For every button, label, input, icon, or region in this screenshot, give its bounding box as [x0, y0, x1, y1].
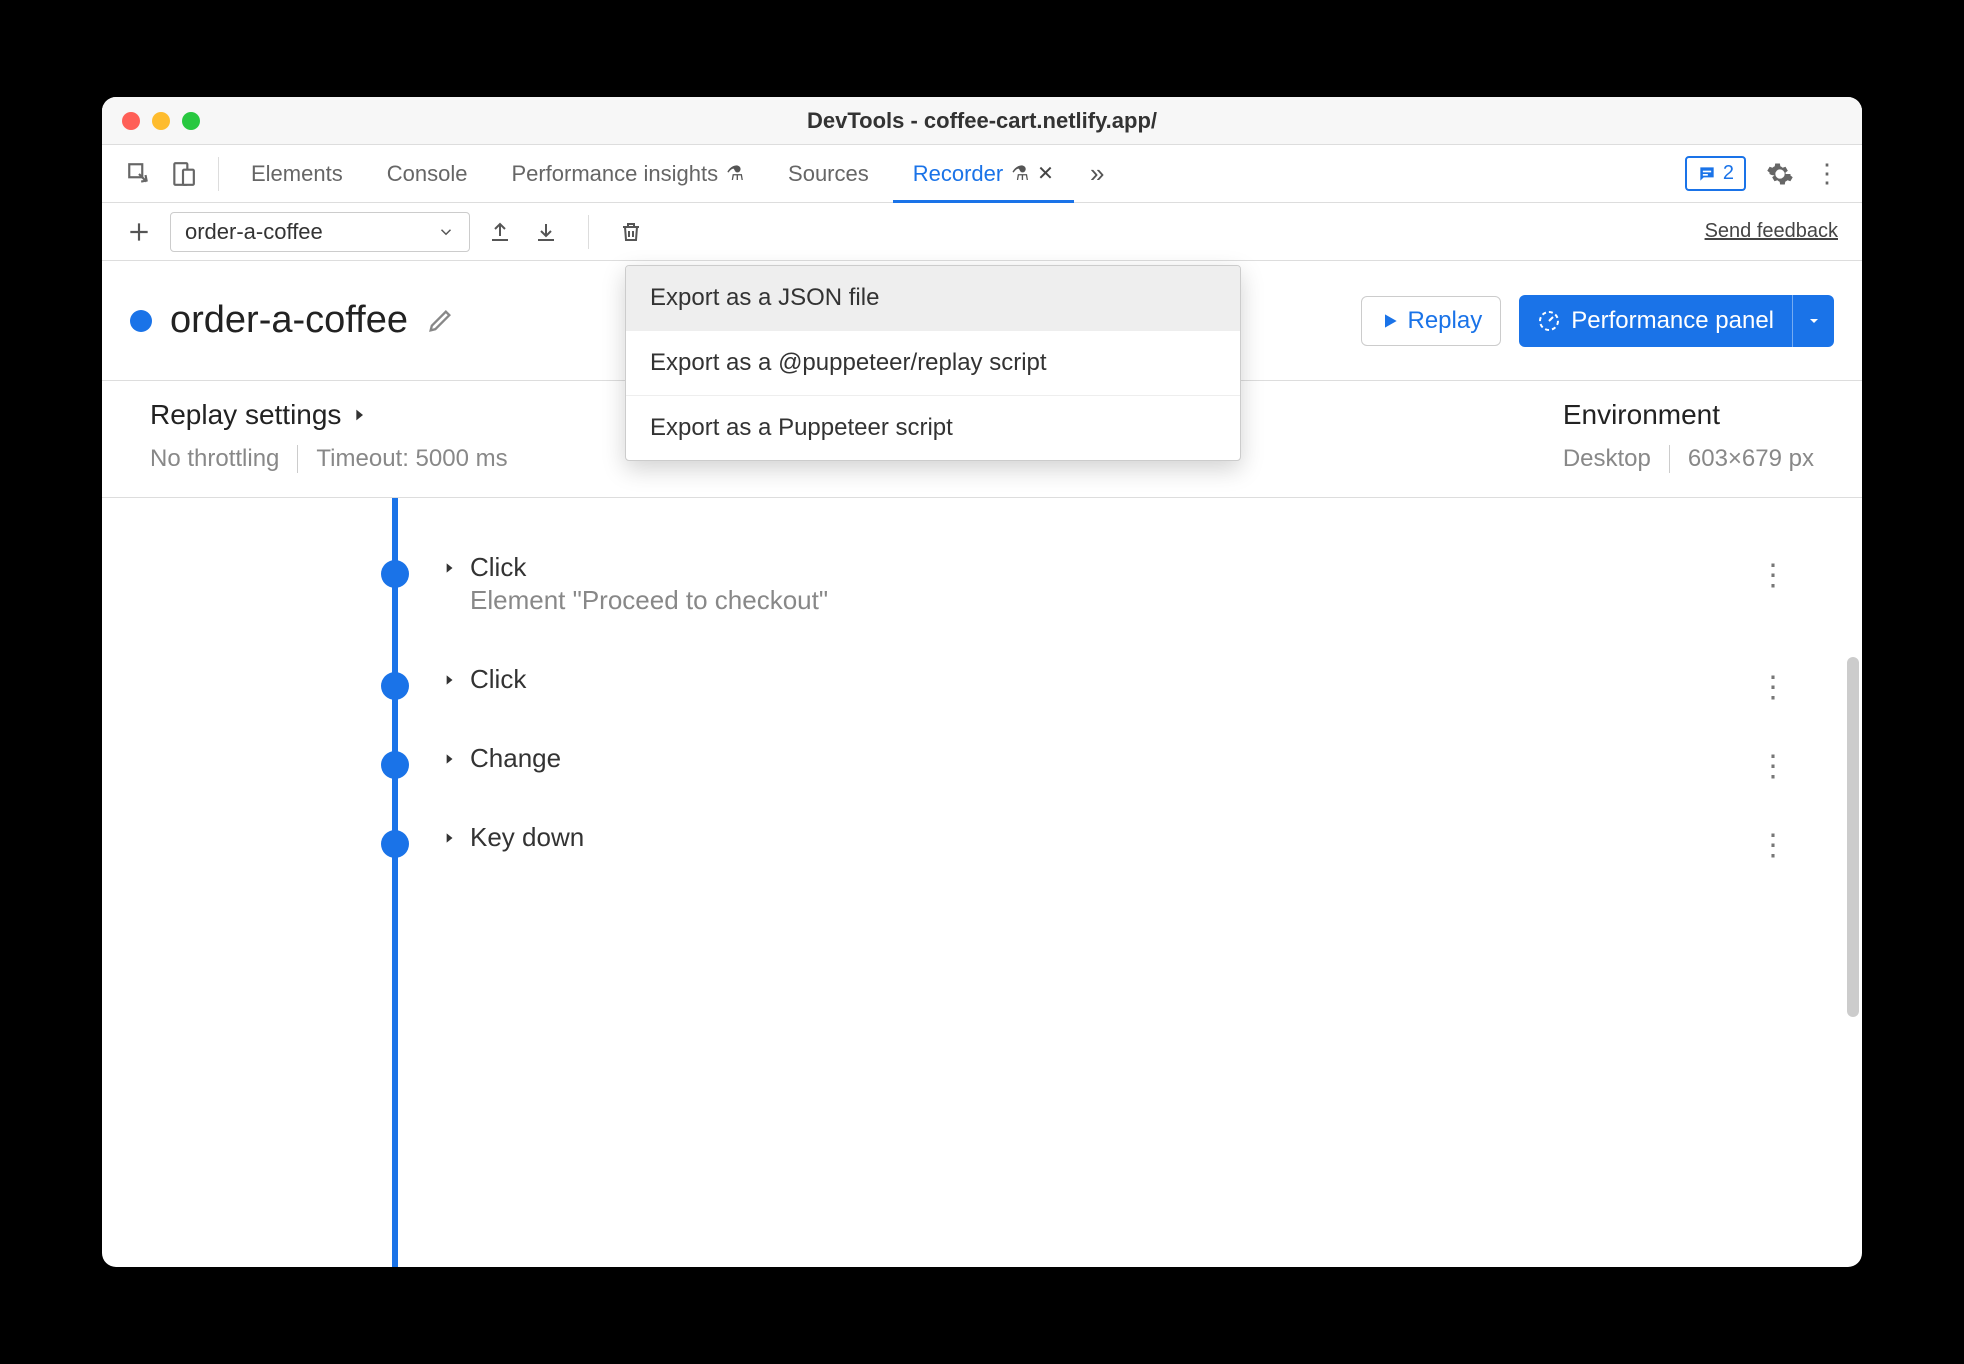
step-menu-button[interactable]: ⋮ — [1758, 828, 1788, 863]
caret-down-icon — [1806, 313, 1822, 329]
step-row[interactable]: Change ⋮ — [102, 719, 1822, 798]
export-menu: Export as a JSON file Export as a @puppe… — [625, 265, 1241, 461]
replay-settings-header[interactable]: Replay settings — [150, 399, 508, 431]
export-puppeteer-replay-item[interactable]: Export as a @puppeteer/replay script — [626, 331, 1240, 396]
caret-right-icon — [442, 561, 456, 575]
export-json-item[interactable]: Export as a JSON file — [626, 266, 1240, 331]
export-puppeteer-item[interactable]: Export as a Puppeteer script — [626, 396, 1240, 460]
scrollbar-thumb[interactable] — [1847, 657, 1859, 1017]
window-close-button[interactable] — [122, 112, 140, 130]
recording-select-value: order-a-coffee — [185, 219, 323, 245]
step-label: Key down — [470, 822, 584, 853]
divider — [218, 157, 219, 191]
recording-title: order-a-coffee — [170, 299, 408, 342]
performance-panel-dropdown[interactable] — [1792, 295, 1834, 347]
environment-header: Environment — [1563, 399, 1720, 431]
window-minimize-button[interactable] — [152, 112, 170, 130]
flask-icon: ⚗ — [726, 161, 744, 186]
play-icon — [1380, 311, 1400, 331]
step-menu-button[interactable]: ⋮ — [1758, 749, 1788, 784]
caret-right-icon — [351, 407, 367, 423]
add-recording-button[interactable] — [118, 219, 160, 245]
divider — [297, 445, 298, 473]
tab-elements[interactable]: Elements — [231, 145, 363, 202]
tab-performance-insights[interactable]: Performance insights ⚗ — [491, 145, 764, 202]
issues-badge[interactable]: 2 — [1685, 156, 1746, 191]
step-label: Click — [470, 664, 526, 695]
send-feedback-link[interactable]: Send feedback — [1705, 220, 1846, 243]
performance-panel-button-group: Performance panel — [1519, 295, 1834, 347]
throttling-value: No throttling — [150, 445, 279, 473]
gauge-icon — [1537, 309, 1561, 333]
step-menu-button[interactable]: ⋮ — [1758, 670, 1788, 705]
steps-area: Click Element "Proceed to checkout" ⋮ Cl… — [102, 498, 1862, 1267]
devtools-window: DevTools - coffee-cart.netlify.app/ Elem… — [102, 97, 1862, 1267]
window-zoom-button[interactable] — [182, 112, 200, 130]
close-tab-icon[interactable]: ✕ — [1037, 161, 1054, 186]
chevron-down-icon — [437, 223, 455, 241]
step-dot — [381, 830, 409, 858]
caret-right-icon — [442, 673, 456, 687]
performance-panel-button[interactable]: Performance panel — [1519, 295, 1792, 347]
device-value: Desktop — [1563, 445, 1651, 473]
divider — [1669, 445, 1670, 473]
export-button[interactable] — [488, 220, 512, 244]
inspect-element-icon[interactable] — [126, 161, 152, 187]
traffic-lights — [122, 112, 200, 130]
step-detail: Element "Proceed to checkout" — [470, 585, 828, 616]
window-title: DevTools - coffee-cart.netlify.app/ — [102, 108, 1862, 134]
tab-console[interactable]: Console — [367, 145, 488, 202]
step-label: Change — [470, 743, 561, 774]
import-button[interactable] — [534, 220, 558, 244]
step-menu-button[interactable]: ⋮ — [1758, 558, 1788, 593]
caret-right-icon — [442, 831, 456, 845]
recorder-toolbar: order-a-coffee Send feedback — [102, 203, 1862, 261]
timeout-value: Timeout: 5000 ms — [316, 445, 507, 473]
step-label: Click — [470, 552, 526, 583]
tabbar: Elements Console Performance insights ⚗ … — [102, 145, 1862, 203]
step-dot — [381, 672, 409, 700]
settings-icon[interactable] — [1766, 160, 1794, 188]
recording-status-dot — [130, 310, 152, 332]
device-toggle-icon[interactable] — [170, 161, 196, 187]
step-dot — [381, 560, 409, 588]
replay-button[interactable]: Replay — [1361, 296, 1502, 346]
step-dot — [381, 751, 409, 779]
recording-select[interactable]: order-a-coffee — [170, 212, 470, 252]
step-row[interactable]: Click Element "Proceed to checkout" ⋮ — [102, 528, 1822, 640]
more-tabs-button[interactable]: » — [1078, 158, 1116, 189]
tab-sources[interactable]: Sources — [768, 145, 889, 202]
divider — [588, 215, 589, 249]
more-options-icon[interactable]: ⋮ — [1814, 158, 1840, 189]
step-row[interactable]: Key down ⋮ — [102, 798, 1822, 877]
viewport-value: 603×679 px — [1688, 445, 1814, 473]
titlebar: DevTools - coffee-cart.netlify.app/ — [102, 97, 1862, 145]
caret-right-icon — [442, 752, 456, 766]
tab-recorder[interactable]: Recorder ⚗ ✕ — [893, 145, 1074, 202]
delete-button[interactable] — [619, 220, 643, 244]
step-row[interactable]: Click ⋮ — [102, 640, 1822, 719]
flask-icon: ⚗ — [1011, 161, 1029, 186]
edit-title-button[interactable] — [426, 307, 454, 335]
issues-count: 2 — [1723, 162, 1734, 185]
